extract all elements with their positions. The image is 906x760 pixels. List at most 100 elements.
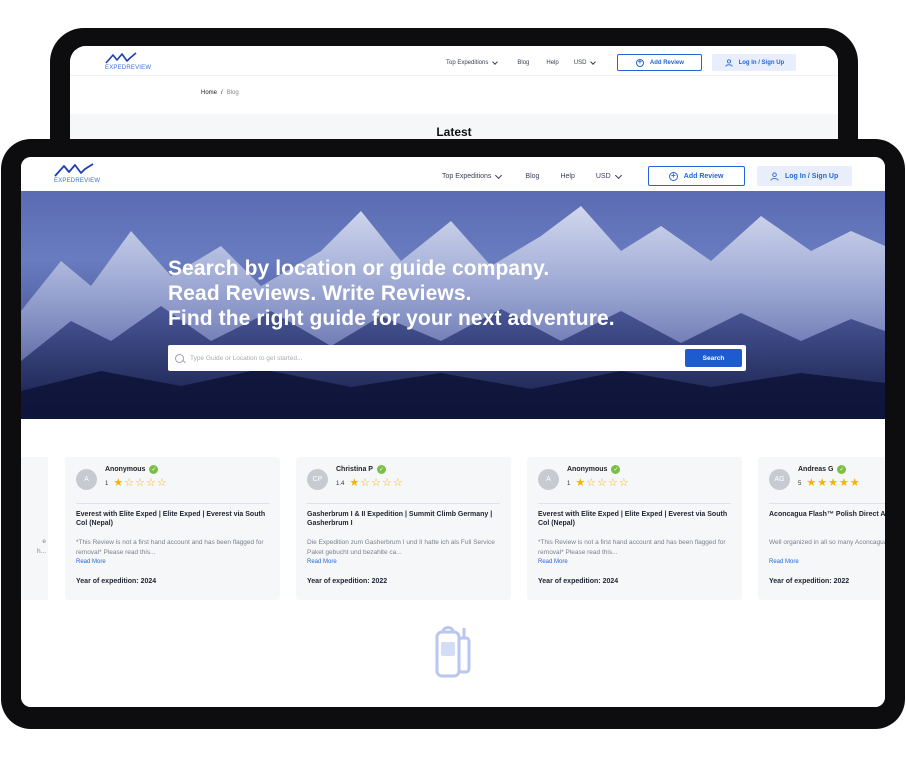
reviewer-name-text: Anonymous: [105, 466, 146, 473]
logo-text: EXPEDREVIEW: [54, 178, 101, 184]
search-input[interactable]: [190, 354, 680, 362]
review-card[interactable]: A Anonymous ✓ 1 ★ ☆ ☆ ☆ ☆ Everest with Elite…: [527, 457, 742, 600]
review-title[interactable]: Aconcagua Flash™ Polish Direct Adventure…: [769, 510, 885, 519]
expedition-year: Year of expedition: 2024: [538, 578, 619, 585]
mountain-logo-icon: [105, 52, 137, 64]
star-icon: ☆: [607, 477, 618, 489]
hero-banner: Search by location or guide company. Rea…: [21, 191, 885, 419]
divider: [769, 503, 885, 504]
breadcrumb-separator: /: [221, 90, 223, 96]
nav-help[interactable]: Help: [560, 173, 574, 180]
nav-top-expeditions[interactable]: Top Expeditions: [442, 171, 503, 180]
backpack-icon: [435, 626, 471, 678]
back-nav-links: Top Expeditions Blog Help USD + Add Revi…: [446, 54, 797, 71]
search-icon: [175, 353, 184, 363]
login-button[interactable]: Log In / Sign Up: [756, 166, 852, 186]
star-icon: ☆: [360, 477, 371, 489]
front-nav-links: Top Expeditions Blog Help USD + Add Revi…: [442, 166, 852, 186]
star-rating: ★ ☆ ☆ ☆ ☆: [349, 478, 402, 489]
star-icon: ★: [817, 477, 828, 489]
review-card-partial[interactable]: e h...: [21, 457, 48, 600]
chevron-down-icon: [495, 171, 503, 179]
nav-currency[interactable]: USD: [595, 171, 622, 180]
star-icon: ☆: [381, 477, 392, 489]
hero-headline: Search by location or guide company. Rea…: [168, 256, 615, 331]
login-button[interactable]: Log In / Sign Up: [712, 54, 797, 71]
review-excerpt: *This Review is not a first hand account…: [76, 539, 264, 556]
nav-currency-label: USD: [573, 59, 587, 66]
review-card[interactable]: A Anonymous ✓ 1 ★ ☆ ☆ ☆ ☆ Everest with Elite…: [65, 457, 280, 600]
review-header: AG Andreas G ✓ 5 ★ ★ ★ ★ ★: [769, 465, 860, 490]
review-header: CP Christina P ✓ 1.4 ★ ☆ ☆ ☆ ☆: [307, 465, 403, 490]
divider: [307, 503, 500, 504]
chevron-down-icon: [590, 58, 597, 65]
nav-blog[interactable]: Blog: [517, 60, 529, 66]
avatar: A: [76, 469, 97, 490]
star-icon: ★: [806, 477, 817, 489]
star-icon: ☆: [156, 477, 167, 489]
back-logo[interactable]: EXPEDREVIEW: [105, 52, 151, 71]
reviewer-name: Andreas G ✓: [798, 465, 860, 474]
star-icon: ★: [575, 477, 586, 489]
partial-text-2: h...: [36, 548, 46, 555]
nav-top-expeditions[interactable]: Top Expeditions: [446, 58, 499, 66]
rating-row: 5 ★ ★ ★ ★ ★: [798, 478, 860, 489]
review-title[interactable]: Gasherbrum I & II Expedition | Summit Cl…: [307, 510, 503, 528]
back-nav-bar: EXPEDREVIEW Top Expeditions Blog Help US…: [70, 46, 838, 76]
rating-row: 1 ★ ☆ ☆ ☆ ☆: [567, 478, 629, 489]
read-more-link[interactable]: Read More: [307, 559, 337, 565]
divider: [538, 503, 731, 504]
breadcrumb-home[interactable]: Home: [201, 90, 217, 96]
chevron-down-icon: [492, 58, 499, 65]
reviewer-name-text: Anonymous: [567, 466, 608, 473]
verified-check-icon: ✓: [837, 465, 847, 474]
add-review-button[interactable]: + Add Review: [647, 166, 745, 186]
login-label: Log In / Sign Up: [784, 172, 839, 180]
front-screen: EXPEDREVIEW Top Expeditions Blog Help US…: [21, 157, 885, 707]
avatar: A: [538, 469, 559, 490]
star-icon: ☆: [586, 477, 597, 489]
read-more-link[interactable]: Read More: [538, 559, 568, 565]
front-device-frame: EXPEDREVIEW Top Expeditions Blog Help US…: [1, 139, 905, 729]
read-more-link[interactable]: Read More: [769, 559, 799, 565]
read-more-link[interactable]: Read More: [76, 559, 106, 565]
add-review-button[interactable]: + Add Review: [617, 54, 703, 71]
review-header: A Anonymous ✓ 1 ★ ☆ ☆ ☆ ☆: [76, 465, 167, 490]
nav-currency[interactable]: USD: [573, 58, 597, 66]
reviewer-name: Anonymous ✓: [567, 465, 629, 474]
nav-currency-label: USD: [595, 172, 611, 180]
plus-circle-icon: +: [668, 171, 678, 181]
nav-top-expeditions-label: Top Expeditions: [442, 172, 492, 180]
expedition-year: Year of expedition: 2022: [769, 578, 850, 585]
front-nav-bar: EXPEDREVIEW Top Expeditions Blog Help US…: [21, 157, 885, 191]
nav-blog[interactable]: Blog: [525, 173, 539, 180]
avatar: AG: [769, 469, 790, 490]
rating-value: 1: [105, 480, 109, 487]
user-icon: [724, 58, 733, 67]
star-icon: ★: [828, 477, 838, 489]
user-icon: [770, 171, 779, 181]
hero-line-2: Read Reviews. Write Reviews.: [168, 282, 472, 305]
avatar: CP: [307, 469, 328, 490]
search-button[interactable]: Search: [685, 349, 742, 367]
review-title[interactable]: Everest with Elite Exped | Elite Exped |…: [76, 510, 272, 528]
star-icon: ☆: [618, 477, 629, 489]
reviewer-name-text: Christina P: [336, 466, 373, 473]
review-card[interactable]: AG Andreas G ✓ 5 ★ ★ ★ ★ ★ Aconcagua Flash™ …: [758, 457, 885, 600]
reviewer-name-text: Andreas G: [798, 466, 834, 473]
section-title: Latest: [436, 125, 472, 139]
star-icon: ☆: [371, 477, 381, 489]
front-logo[interactable]: EXPEDREVIEW: [54, 163, 100, 184]
reviewer-name: Christina P ✓: [336, 465, 403, 474]
review-card[interactable]: CP Christina P ✓ 1.4 ★ ☆ ☆ ☆ ☆ Gasherbrum I …: [296, 457, 511, 600]
nav-top-expeditions-label: Top Expeditions: [446, 59, 489, 66]
review-header: A Anonymous ✓ 1 ★ ☆ ☆ ☆ ☆: [538, 465, 629, 490]
rating-value: 1: [567, 480, 571, 487]
nav-help[interactable]: Help: [546, 60, 558, 66]
star-icon: ☆: [124, 477, 135, 489]
rating-row: 1.4 ★ ☆ ☆ ☆ ☆: [336, 478, 403, 489]
breadcrumb-current: Blog: [226, 90, 239, 96]
review-title[interactable]: Everest with Elite Exped | Elite Exped |…: [538, 510, 734, 528]
star-icon: ☆: [597, 477, 607, 489]
verified-check-icon: ✓: [149, 465, 159, 474]
